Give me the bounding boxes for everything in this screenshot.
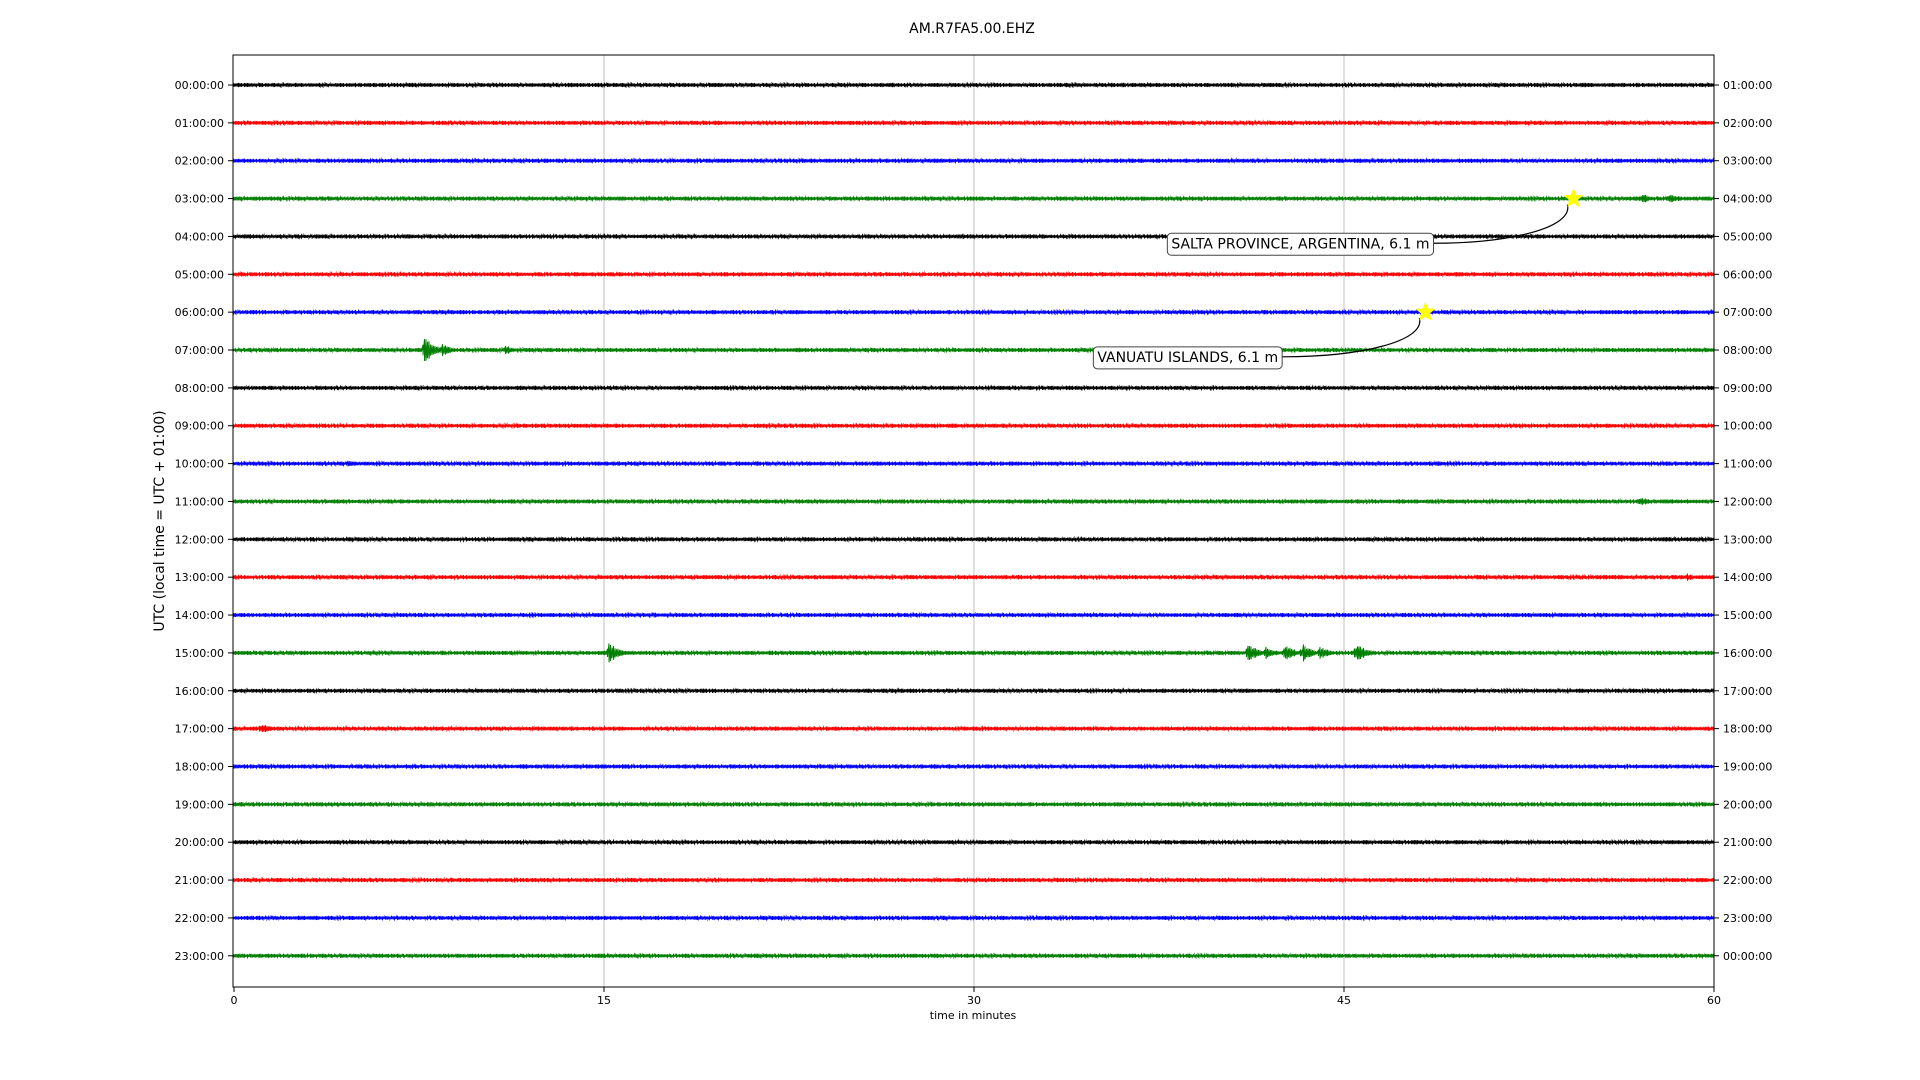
x-axis-label: time in minutes: [930, 1009, 1017, 1022]
event-label: VANUATU ISLANDS, 6.1 m: [1097, 350, 1278, 366]
plot-area: SALTA PROVINCE, ARGENTINA, 6.1 m VANUATU …: [232, 54, 1715, 988]
right-y-tick-label: 04:00:00: [1723, 193, 1772, 206]
right-y-tick-label: 13:00:00: [1723, 533, 1772, 546]
plot-background: [233, 55, 1714, 987]
trace-line: [233, 762, 1714, 771]
left-y-tick-label: 07:00:00: [175, 344, 224, 357]
x-axis-ticks: 0 15 30 45 60: [231, 987, 1721, 1007]
event-label: SALTA PROVINCE, ARGENTINA, 6.1 m: [1171, 236, 1429, 252]
right-y-tick-label: 22:00:00: [1723, 874, 1772, 887]
left-y-tick-label: 05:00:00: [175, 268, 224, 281]
right-y-tick-label: 21:00:00: [1723, 836, 1772, 849]
right-y-tick-label: 20:00:00: [1723, 798, 1772, 811]
x-tick-label: 60: [1707, 994, 1721, 1007]
right-y-tick-label: 16:00:00: [1723, 647, 1772, 660]
left-y-tick-label: 15:00:00: [175, 647, 224, 660]
left-y-tick-label: 01:00:00: [175, 117, 224, 130]
x-tick-label: 45: [1337, 994, 1351, 1007]
right-y-tick-label: 14:00:00: [1723, 571, 1772, 584]
right-y-tick-label: 01:00:00: [1723, 79, 1772, 92]
trace-line: [233, 270, 1714, 278]
right-y-tick-label: 06:00:00: [1723, 268, 1772, 281]
right-y-tick-label: 12:00:00: [1723, 495, 1772, 508]
right-y-tick-labels: 01:00:00 02:00:00 03:00:00 04:00:00 05:00:00…: [1714, 79, 1772, 963]
left-y-tick-label: 17:00:00: [175, 723, 224, 736]
right-y-tick-label: 11:00:00: [1723, 458, 1772, 471]
left-y-tick-label: 19:00:00: [175, 798, 224, 811]
right-y-tick-label: 19:00:00: [1723, 760, 1772, 773]
left-y-tick-label: 09:00:00: [175, 420, 224, 433]
trace-line: [233, 952, 1714, 960]
helicorder-chart: AM.R7FA5.00.EHZ SALTA PROVINCE, ARGENTIN…: [152, 21, 1772, 1022]
right-y-tick-label: 03:00:00: [1723, 155, 1772, 168]
left-y-tick-label: 00:00:00: [175, 79, 224, 92]
left-y-tick-labels: 00:00:00 01:00:00 02:00:00 03:00:00 04:00:00…: [175, 79, 233, 963]
left-y-tick-label: 13:00:00: [175, 571, 224, 584]
left-y-tick-label: 12:00:00: [175, 533, 224, 546]
left-y-tick-label: 03:00:00: [175, 193, 224, 206]
trace-line: [233, 384, 1714, 392]
left-y-tick-label: 06:00:00: [175, 306, 224, 319]
left-y-tick-label: 16:00:00: [175, 685, 224, 698]
right-y-tick-label: 10:00:00: [1723, 420, 1772, 433]
right-y-tick-label: 08:00:00: [1723, 344, 1772, 357]
left-y-tick-label: 20:00:00: [175, 836, 224, 849]
right-y-tick-label: 00:00:00: [1723, 950, 1772, 963]
left-y-tick-label: 08:00:00: [175, 382, 224, 395]
right-y-tick-label: 23:00:00: [1723, 912, 1772, 925]
trace-line: [233, 876, 1714, 884]
right-y-tick-label: 17:00:00: [1723, 685, 1772, 698]
left-y-tick-label: 10:00:00: [175, 458, 224, 471]
right-y-tick-label: 02:00:00: [1723, 117, 1772, 130]
left-y-tick-label: 02:00:00: [175, 155, 224, 168]
trace-line: [233, 914, 1714, 922]
left-y-tick-label: 04:00:00: [175, 230, 224, 243]
right-y-tick-label: 09:00:00: [1723, 382, 1772, 395]
left-y-tick-label: 21:00:00: [175, 874, 224, 887]
x-tick-label: 0: [231, 994, 238, 1007]
right-y-tick-label: 07:00:00: [1723, 306, 1772, 319]
x-tick-label: 15: [597, 994, 611, 1007]
trace-line: [233, 119, 1714, 127]
right-y-tick-label: 05:00:00: [1723, 230, 1772, 243]
trace-line: [233, 81, 1714, 89]
chart-title: AM.R7FA5.00.EHZ: [909, 21, 1035, 37]
trace-line: [233, 422, 1714, 430]
x-tick-label: 30: [967, 994, 981, 1007]
left-y-tick-label: 14:00:00: [175, 609, 224, 622]
trace-line: [233, 308, 1714, 316]
left-y-tick-label: 22:00:00: [175, 912, 224, 925]
left-y-tick-label: 23:00:00: [175, 950, 224, 963]
right-y-tick-label: 15:00:00: [1723, 609, 1772, 622]
y-axis-label: UTC (local time = UTC + 01:00): [152, 410, 168, 631]
left-y-tick-label: 11:00:00: [175, 495, 224, 508]
left-y-tick-label: 18:00:00: [175, 760, 224, 773]
right-y-tick-label: 18:00:00: [1723, 723, 1772, 736]
